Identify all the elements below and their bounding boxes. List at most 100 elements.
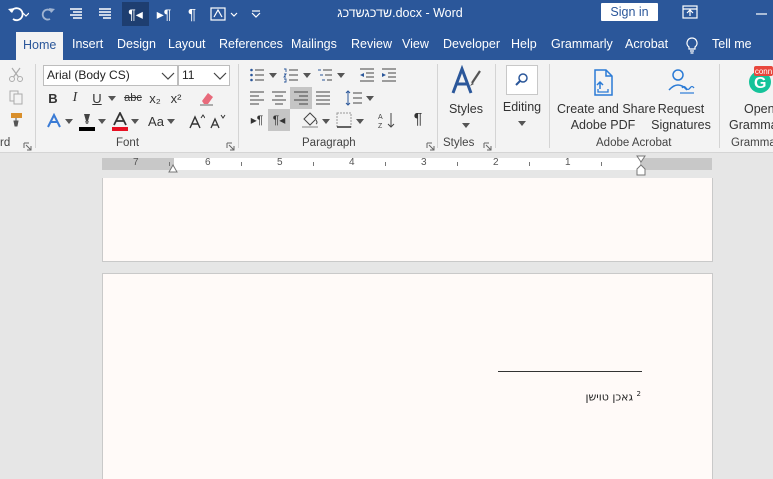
footnote[interactable]: 2 גאכן טוישן [523, 390, 641, 404]
rtl-direction-button[interactable]: ¶◂ [268, 109, 290, 131]
redo-button[interactable] [38, 2, 58, 26]
align-left-button[interactable] [247, 89, 267, 107]
tab-references[interactable]: References [219, 36, 283, 60]
tab-developer[interactable]: Developer [443, 36, 500, 60]
editing-dropdown[interactable] [517, 119, 527, 127]
left-indent-marker[interactable] [168, 162, 178, 173]
styles-group-label: Styles [443, 137, 475, 149]
bullets-button[interactable] [248, 66, 266, 84]
tab-help[interactable]: Help [511, 36, 537, 60]
tab-review[interactable]: Review [351, 36, 392, 60]
sort-button[interactable]: AZ [376, 110, 398, 130]
styles-dropdown[interactable] [461, 121, 471, 129]
styles-dialog-launcher[interactable] [483, 140, 492, 151]
request-signatures-label-1[interactable]: Request [651, 101, 711, 117]
shading-button[interactable] [300, 110, 320, 130]
center-button[interactable] [269, 89, 289, 107]
font-size-combo[interactable]: 11 [178, 65, 230, 86]
change-case-button[interactable]: Aa [146, 111, 166, 131]
text-effects-button[interactable] [45, 111, 63, 131]
grammarly-open-label-1[interactable]: Open [744, 101, 773, 117]
numbering-dropdown[interactable] [302, 71, 312, 79]
qat-align-button[interactable] [66, 2, 86, 26]
editing-button-icon-box[interactable] [506, 65, 538, 95]
document-page-previous[interactable] [102, 178, 713, 262]
minimize-button[interactable] [750, 4, 772, 22]
paragraph-dialog-launcher[interactable] [426, 140, 435, 151]
footnote-mark: 2 [636, 390, 641, 398]
multilevel-list-button[interactable] [316, 66, 334, 84]
tab-grammarly[interactable]: Grammarly [551, 36, 613, 60]
change-case-dropdown[interactable] [166, 117, 176, 125]
line-spacing-icon [345, 90, 362, 106]
horizontal-ruler[interactable]: 7 6 5 4 3 2 1 [102, 157, 712, 170]
tell-me-search[interactable]: Tell me [712, 36, 752, 60]
font-dialog-launcher[interactable] [226, 140, 235, 151]
subscript-button[interactable]: x₂ [146, 89, 164, 107]
line-spacing-button[interactable] [344, 89, 364, 107]
tab-home[interactable]: Home [16, 32, 64, 60]
copy-button[interactable] [6, 88, 26, 106]
justify-button[interactable] [313, 89, 333, 107]
clear-formatting-button[interactable] [197, 88, 217, 108]
group-separator [719, 64, 720, 148]
tab-view[interactable]: View [402, 36, 429, 60]
tab-layout[interactable]: Layout [168, 36, 206, 60]
font-name-combo[interactable]: Arial (Body CS) [43, 65, 178, 86]
undo-button[interactable] [4, 2, 32, 26]
footnote-text: גאכן טוישן [585, 390, 634, 404]
bold-button[interactable]: B [45, 89, 61, 107]
align-right-button[interactable] [290, 87, 312, 109]
create-share-pdf-label-2[interactable]: Adobe PDF [557, 117, 649, 133]
highlight-color-button[interactable] [78, 111, 96, 133]
create-share-pdf-icon-box[interactable] [589, 67, 617, 99]
cut-button[interactable] [6, 66, 26, 84]
underline-button[interactable]: U [89, 89, 105, 107]
highlight-color-dropdown[interactable] [97, 117, 107, 125]
editing-button-label[interactable]: Editing [500, 99, 544, 115]
grammarly-open-label-2[interactable]: Gramma [729, 117, 773, 133]
create-share-pdf-label-1[interactable]: Create and Share [557, 101, 656, 117]
show-formatting-button[interactable]: ¶ [408, 110, 428, 130]
qat-justify-button[interactable] [95, 2, 115, 26]
strikethrough-button[interactable]: abc [122, 89, 144, 107]
increase-indent-button[interactable] [380, 66, 398, 84]
chevron-down-icon [366, 95, 374, 101]
tab-mailings[interactable]: Mailings [291, 36, 337, 60]
clipboard-dialog-launcher[interactable] [23, 140, 32, 151]
styles-gallery-button[interactable] [448, 64, 484, 100]
format-painter-button[interactable] [6, 110, 26, 128]
document-page-current[interactable]: 2 גאכן טוישן [102, 273, 713, 479]
underline-dropdown[interactable] [106, 91, 118, 105]
grow-font-button[interactable] [188, 111, 206, 131]
shrink-font-button[interactable] [209, 111, 227, 131]
right-indent-marker[interactable] [636, 155, 646, 177]
font-color-button[interactable] [111, 111, 129, 133]
superscript-button[interactable]: x² [167, 89, 185, 107]
borders-dropdown[interactable] [355, 117, 365, 125]
request-signatures-icon-box[interactable] [665, 67, 697, 97]
font-color-dropdown[interactable] [130, 117, 140, 125]
text-direction-icon [210, 7, 238, 21]
decrease-indent-button[interactable] [358, 66, 376, 84]
request-signatures-label-2[interactable]: Signatures [651, 117, 711, 133]
numbering-button[interactable] [282, 66, 300, 84]
bullets-dropdown[interactable] [268, 71, 278, 79]
tab-acrobat[interactable]: Acrobat [625, 36, 668, 60]
ribbon-display-options-button[interactable] [680, 4, 700, 20]
qat-ltr-paragraph-button[interactable]: ▸¶ [154, 2, 174, 26]
borders-button[interactable] [334, 111, 354, 129]
line-spacing-dropdown[interactable] [365, 94, 375, 102]
customize-qat-button[interactable] [247, 2, 265, 26]
qat-pilcrow-button[interactable]: ¶ [182, 2, 202, 26]
ltr-direction-button[interactable]: ▸¶ [247, 111, 267, 129]
shading-dropdown[interactable] [321, 117, 331, 125]
qat-text-direction-button[interactable] [208, 2, 240, 26]
italic-button[interactable]: I [67, 89, 83, 107]
sign-in-button[interactable]: Sign in [601, 3, 658, 21]
text-effects-dropdown[interactable] [64, 117, 74, 125]
multilevel-list-dropdown[interactable] [336, 71, 346, 79]
tab-insert[interactable]: Insert [72, 36, 103, 60]
tab-design[interactable]: Design [117, 36, 156, 60]
qat-rtl-paragraph-button[interactable]: ¶◂ [122, 2, 149, 26]
